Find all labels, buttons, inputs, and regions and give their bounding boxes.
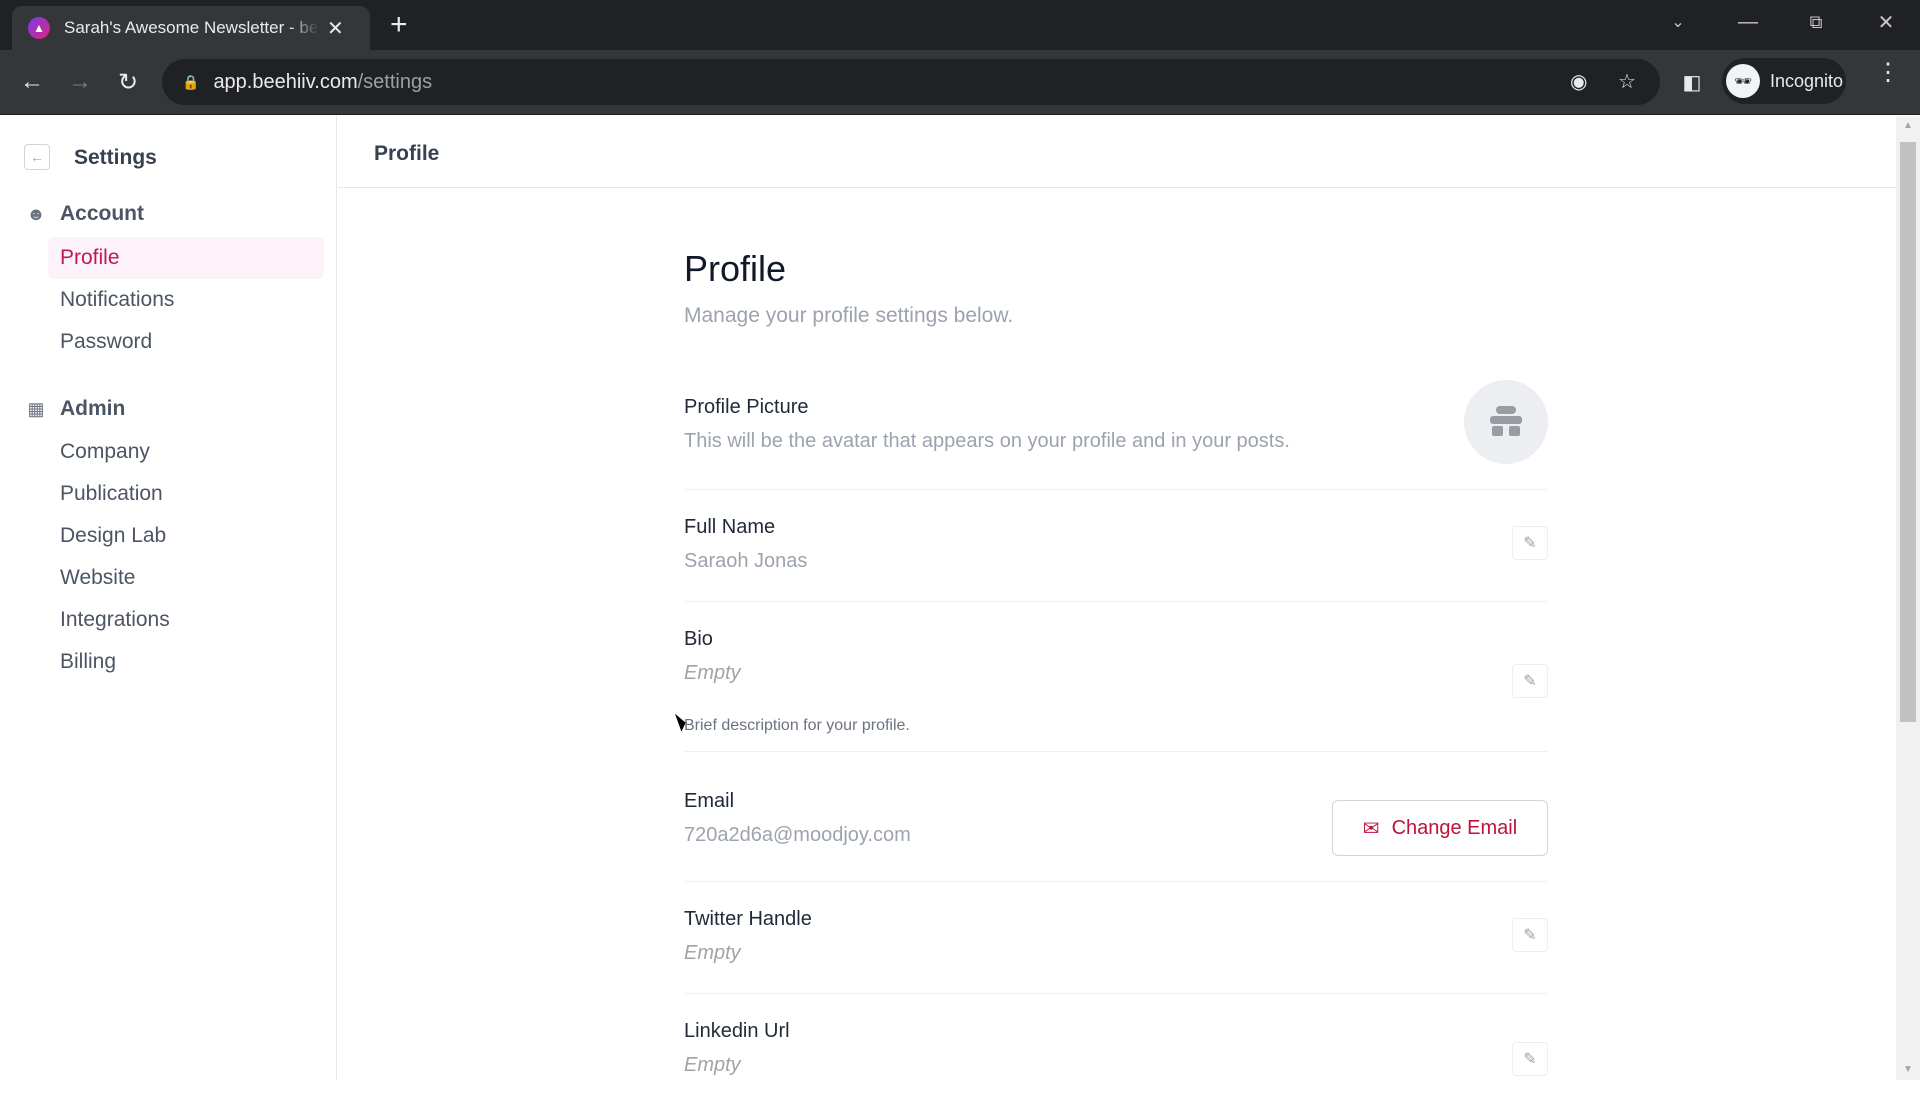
edit-twitter-button[interactable]: ✎ <box>1512 918 1548 952</box>
scroll-down-arrow-icon[interactable]: ▼ <box>1902 1064 1914 1075</box>
restore-button[interactable]: ⧉ <box>1786 0 1846 44</box>
forward-arrow-icon[interactable]: → <box>62 64 98 100</box>
bio-row: Bio Empty Brief description for your pro… <box>684 602 1548 752</box>
bio-value: Empty <box>684 662 741 684</box>
page-scrollbar[interactable]: ▲ ▼ <box>1896 116 1920 1080</box>
pencil-icon: ✎ <box>1523 927 1537 944</box>
sidebar-item-integrations[interactable]: Integrations <box>48 599 324 641</box>
edit-full-name-button[interactable]: ✎ <box>1512 526 1548 560</box>
field-label: Linkedin Url <box>684 1020 790 1042</box>
field-label: Twitter Handle <box>684 908 812 930</box>
tab-search-chevron-icon[interactable]: ⌄ <box>1648 0 1708 44</box>
email-value: 720a2d6a@moodjoy.com <box>684 824 911 846</box>
email-row: Email 720a2d6a@moodjoy.com ✉ Change Emai… <box>684 752 1548 882</box>
url-text[interactable]: app.beehiiv.com/settings <box>213 71 432 94</box>
browser-menu-icon[interactable]: ⋮ <box>1876 61 1900 85</box>
linkedin-row: Linkedin Url Empty ✎ <box>684 994 1548 1106</box>
linkedin-value: Empty <box>684 1054 741 1076</box>
sidebar-item-profile[interactable]: Profile <box>48 237 324 279</box>
incognito-icon: 🕶 <box>1726 64 1760 98</box>
sidebar-item-design-lab[interactable]: Design Lab <box>48 515 324 557</box>
beehive-icon <box>1490 406 1522 436</box>
beehiiv-favicon-icon: ▲ <box>28 17 50 39</box>
new-tab-button[interactable]: + <box>390 8 408 42</box>
main-header: Profile <box>338 116 1896 188</box>
minimize-button[interactable]: — <box>1718 0 1778 44</box>
sidebar-item-website[interactable]: Website <box>48 557 324 599</box>
bookmark-star-icon[interactable]: ☆ <box>1618 69 1636 94</box>
close-window-button[interactable]: ✕ <box>1856 0 1916 44</box>
page-title: Profile <box>684 248 787 289</box>
pencil-icon: ✎ <box>1523 1051 1537 1068</box>
sidebar-title: Settings <box>74 146 157 169</box>
arrow-left-icon: ← <box>30 149 44 165</box>
avatar[interactable] <box>1464 380 1548 464</box>
incognito-label: Incognito <box>1770 70 1844 91</box>
sidebar-item-billing[interactable]: Billing <box>48 641 324 683</box>
url-host: app.beehiiv.com <box>213 70 358 93</box>
scroll-up-arrow-icon[interactable]: ▲ <box>1902 120 1914 131</box>
pencil-icon: ✎ <box>1523 535 1537 552</box>
browser-toolbar: ← → ↻ 🔒 app.beehiiv.com/settings ◉ ☆ ◧ 🕶… <box>0 50 1920 115</box>
field-label: Email <box>684 790 735 812</box>
eye-off-icon[interactable]: ◉ <box>1570 69 1587 94</box>
field-label: Profile Picture <box>684 396 809 418</box>
reload-icon[interactable]: ↻ <box>110 64 146 100</box>
address-bar[interactable]: 🔒 app.beehiiv.com/settings ◉ ☆ <box>162 59 1660 105</box>
browser-tab[interactable]: ▲ Sarah's Awesome Newsletter - beehiiv ✕ <box>12 6 370 50</box>
side-panel-icon[interactable]: ◧ <box>1674 64 1710 100</box>
lock-icon: 🔒 <box>182 73 200 90</box>
back-arrow-icon[interactable]: ← <box>14 64 50 100</box>
twitter-value: Empty <box>684 942 741 964</box>
url-path: /settings <box>357 70 433 93</box>
sidebar-group-account: ☻ Account <box>26 202 144 226</box>
close-tab-icon[interactable]: ✕ <box>327 16 344 41</box>
user-circle-icon: ☻ <box>26 203 46 224</box>
scrollbar-thumb[interactable] <box>1900 142 1916 722</box>
sidebar-group-label: Admin <box>60 397 126 420</box>
browser-tab-strip: ▲ Sarah's Awesome Newsletter - beehiiv ✕… <box>0 0 1920 50</box>
sidebar-item-password[interactable]: Password <box>48 321 324 363</box>
incognito-profile-button[interactable]: 🕶 Incognito <box>1722 58 1846 104</box>
change-email-button[interactable]: ✉ Change Email <box>1332 800 1548 856</box>
field-label: Bio <box>684 628 713 650</box>
field-label: Full Name <box>684 516 776 538</box>
settings-sidebar: ← Settings ☻ Account Profile Notificatio… <box>0 116 337 1080</box>
profile-picture-row: Profile Picture This will be the avatar … <box>684 380 1548 490</box>
mail-icon: ✉ <box>1362 817 1380 840</box>
page-subtitle: Manage your profile settings below. <box>684 304 1014 327</box>
header-title: Profile <box>374 142 440 165</box>
back-button[interactable]: ← <box>24 144 50 170</box>
edit-bio-button[interactable]: ✎ <box>1512 664 1548 698</box>
bio-help-text: Brief description for your profile. <box>684 717 910 734</box>
full-name-value: Saraoh Jonas <box>684 550 808 572</box>
building-icon: ▦ <box>27 398 45 419</box>
change-email-label: Change Email <box>1391 816 1518 839</box>
sidebar-item-company[interactable]: Company <box>48 431 324 473</box>
twitter-row: Twitter Handle Empty ✎ <box>684 882 1548 994</box>
sidebar-item-notifications[interactable]: Notifications <box>48 279 324 321</box>
sidebar-group-admin: ▦ Admin <box>26 397 125 421</box>
sidebar-group-label: Account <box>60 202 144 225</box>
pencil-icon: ✎ <box>1523 673 1537 690</box>
full-name-row: Full Name Saraoh Jonas ✎ <box>684 490 1548 602</box>
field-description: This will be the avatar that appears on … <box>684 430 1290 452</box>
sidebar-item-publication[interactable]: Publication <box>48 473 324 515</box>
tab-title: Sarah's Awesome Newsletter - beehiiv <box>64 18 319 37</box>
edit-linkedin-button[interactable]: ✎ <box>1512 1042 1548 1076</box>
